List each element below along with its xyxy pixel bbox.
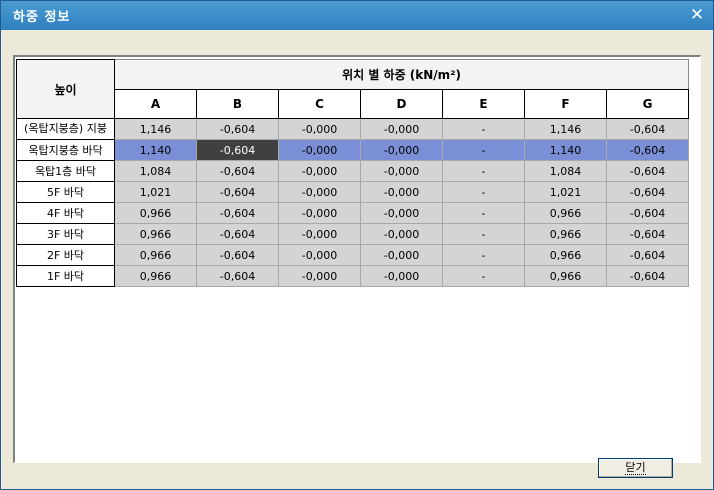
table-row[interactable]: (옥탑지붕층) 지붕 1,146 -0,604 -0,000 -0,000-1,146-…	[16, 118, 689, 140]
table-cell[interactable]: -0,000	[278, 139, 361, 161]
column-header-row: ABCDEFG	[17, 89, 689, 119]
table-cell[interactable]: 1,084	[114, 160, 197, 182]
close-button-label: 닫기	[625, 461, 646, 475]
row-header[interactable]: 4F 바닥	[16, 202, 115, 224]
table-cell[interactable]: -0,000	[278, 265, 361, 287]
table-cell[interactable]: -	[442, 223, 525, 245]
table-row[interactable]: 옥탑지붕층 바닥 1,140 -0,604 -0,000 -0,000-1,140 -0,…	[16, 139, 689, 161]
table-cell[interactable]: -0,000	[278, 181, 361, 203]
close-button[interactable]: 닫기	[598, 458, 673, 478]
column-header-b[interactable]: B	[196, 89, 279, 119]
title-bar[interactable]: 하중 정보 ✕	[1, 1, 713, 30]
table-row[interactable]: 3F 바닥 0,966 -0,604 -0,000 -0,000-0,966 -0,604	[16, 223, 689, 245]
table-cell[interactable]: -	[442, 160, 525, 182]
table-cell[interactable]: 1,146	[524, 118, 607, 140]
table-cell[interactable]: -0,000	[278, 202, 361, 224]
column-header-c[interactable]: C	[278, 89, 361, 119]
table-cell[interactable]: -0,604	[606, 160, 689, 182]
table-cell[interactable]: -0,000	[360, 181, 443, 203]
table-cell[interactable]: -	[442, 202, 525, 224]
table-cell[interactable]: -	[442, 139, 525, 161]
table-cell[interactable]: -	[442, 265, 525, 287]
table-cell[interactable]: 1,140	[114, 139, 197, 161]
table-cell[interactable]: 0,966	[114, 223, 197, 245]
row-header[interactable]: 옥탑지붕층 바닥	[16, 139, 115, 161]
table-cell[interactable]: 1,084	[524, 160, 607, 182]
table-row[interactable]: 1F 바닥 0,966 -0,604 -0,000 -0,000-0,966 -0,604	[16, 265, 689, 287]
table-cell[interactable]: 1,021	[114, 181, 197, 203]
load-info-dialog: 하중 정보 ✕ 높이 위치 별 하중 (kN/m²) ABCDEFG (옥탑지붕…	[0, 0, 714, 490]
column-header-e[interactable]: E	[442, 89, 525, 119]
table-cell[interactable]: -0,000	[360, 265, 443, 287]
table-cell[interactable]: -0,604	[606, 118, 689, 140]
table-cell[interactable]: -0,604	[606, 202, 689, 224]
column-header-f[interactable]: F	[524, 89, 607, 119]
height-column-header[interactable]: 높이	[16, 59, 115, 119]
table-cell[interactable]: -0,000	[278, 160, 361, 182]
table-cell[interactable]: -0,604	[196, 202, 279, 224]
table-cell[interactable]: -0,604	[196, 139, 279, 161]
table-cell[interactable]: -0,604	[196, 223, 279, 245]
table-row[interactable]: 4F 바닥 0,966 -0,604 -0,000 -0,000-0,966 -0,604	[16, 202, 689, 224]
table-cell[interactable]: -0,604	[606, 139, 689, 161]
position-load-group-header: 위치 별 하중 (kN/m²)	[114, 59, 689, 90]
table-cell[interactable]: -	[442, 181, 525, 203]
table-cell[interactable]: 0,966	[524, 202, 607, 224]
table-cell[interactable]: -0,000	[360, 202, 443, 224]
table-cell[interactable]: 0,966	[114, 265, 197, 287]
table-cell[interactable]: -0,604	[606, 265, 689, 287]
column-header-d[interactable]: D	[360, 89, 443, 119]
table-cell[interactable]: -0,000	[360, 118, 443, 140]
table-cell[interactable]: -	[442, 118, 525, 140]
table-cell[interactable]: 0,966	[524, 244, 607, 266]
table-cell[interactable]: -0,000	[360, 160, 443, 182]
table-cell[interactable]: 0,966	[114, 244, 197, 266]
table-cell[interactable]: -0,000	[360, 139, 443, 161]
table-cell[interactable]: -0,000	[278, 118, 361, 140]
table-cell[interactable]: 0,966	[524, 223, 607, 245]
window-title: 하중 정보	[13, 10, 71, 25]
table-cell[interactable]: -0,000	[360, 223, 443, 245]
close-icon[interactable]: ✕	[687, 5, 707, 25]
table-row[interactable]: 5F 바닥 1,021 -0,604 -0,000 -0,000-1,021 -0,604	[16, 181, 689, 203]
table-cell[interactable]: -0,000	[360, 244, 443, 266]
dialog-body: 높이 위치 별 하중 (kN/m²) ABCDEFG (옥탑지붕층) 지붕 1,1…	[1, 30, 713, 489]
table-cell[interactable]: 0,966	[524, 265, 607, 287]
column-header-a[interactable]: A	[114, 89, 197, 119]
table-cell[interactable]: 1,021	[524, 181, 607, 203]
column-header-g[interactable]: G	[606, 89, 689, 119]
load-table: 높이 위치 별 하중 (kN/m²) ABCDEFG (옥탑지붕층) 지붕 1,1…	[16, 59, 689, 287]
row-header[interactable]: (옥탑지붕층) 지붕	[16, 118, 115, 140]
row-header[interactable]: 2F 바닥	[16, 244, 115, 266]
row-header[interactable]: 3F 바닥	[16, 223, 115, 245]
table-cell[interactable]: 1,146	[114, 118, 197, 140]
row-header[interactable]: 옥탑1층 바닥	[16, 160, 115, 182]
grid-body: (옥탑지붕층) 지붕 1,146 -0,604 -0,000 -0,000-1,146-…	[16, 118, 689, 287]
table-cell[interactable]: -0,604	[196, 160, 279, 182]
table-cell[interactable]: -0,604	[196, 244, 279, 266]
table-cell[interactable]: -0,604	[196, 118, 279, 140]
table-cell[interactable]: -0,604	[606, 244, 689, 266]
table-cell[interactable]: -0,000	[278, 244, 361, 266]
table-cell[interactable]: -0,604	[196, 265, 279, 287]
table-row[interactable]: 2F 바닥 0,966 -0,604 -0,000 -0,000-0,966 -0,604	[16, 244, 689, 266]
row-header[interactable]: 1F 바닥	[16, 265, 115, 287]
table-row[interactable]: 옥탑1층 바닥 1,084 -0,604 -0,000 -0,000-1,084 -0,6…	[16, 160, 689, 182]
table-cell[interactable]: -0,604	[606, 181, 689, 203]
table-cell[interactable]: -0,000	[278, 223, 361, 245]
table-cell[interactable]: -	[442, 244, 525, 266]
table-cell[interactable]: -0,604	[606, 223, 689, 245]
table-cell[interactable]: 0,966	[114, 202, 197, 224]
table-cell[interactable]: -0,604	[196, 181, 279, 203]
grid-panel: 높이 위치 별 하중 (kN/m²) ABCDEFG (옥탑지붕층) 지붕 1,1…	[13, 55, 701, 463]
row-header[interactable]: 5F 바닥	[16, 181, 115, 203]
table-cell[interactable]: 1,140	[524, 139, 607, 161]
